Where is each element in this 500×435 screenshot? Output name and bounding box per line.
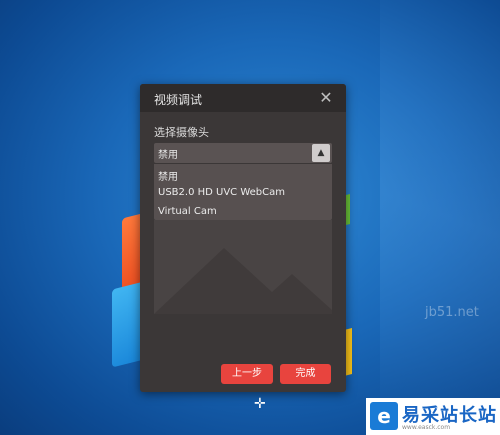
- camera-option-usb-webcam[interactable]: USB2.0 HD UVC WebCam: [158, 187, 285, 198]
- camera-option-disabled[interactable]: 禁用: [158, 168, 178, 183]
- chevron-up-icon[interactable]: ▲: [312, 144, 330, 162]
- badge-subtitle: www.easck.com: [402, 424, 451, 431]
- camera-option-virtual-cam[interactable]: Virtual Cam: [158, 206, 217, 217]
- camera-options-list: 禁用 USB2.0 HD UVC WebCam Virtual Cam: [154, 164, 332, 220]
- camera-select[interactable]: 禁用 ▲: [154, 143, 332, 163]
- image-placeholder-icon: [154, 248, 332, 314]
- desktop-light-streak: [380, 0, 500, 435]
- close-icon[interactable]: ✕: [316, 88, 336, 108]
- cursor-icon: ✛: [254, 396, 266, 412]
- camera-preview: [154, 220, 332, 314]
- watermark-text: jb51.net: [425, 305, 479, 320]
- dialog-title: 视频调试: [154, 93, 203, 107]
- camera-select-value: 禁用: [158, 150, 178, 161]
- camera-select-label: 选择摄像头: [154, 126, 209, 139]
- prev-step-button[interactable]: 上一步: [221, 364, 273, 384]
- dialog-titlebar: 视频调试 ✕: [140, 84, 346, 112]
- video-debug-dialog: 视频调试 ✕ 选择摄像头 禁用 ▲ 禁用 USB2.0 HD UVC WebCa…: [140, 84, 346, 392]
- done-button[interactable]: 完成: [280, 364, 331, 384]
- site-badge: e 易采站长站 www.easck.com: [366, 398, 500, 435]
- e-logo-icon: e: [370, 402, 398, 430]
